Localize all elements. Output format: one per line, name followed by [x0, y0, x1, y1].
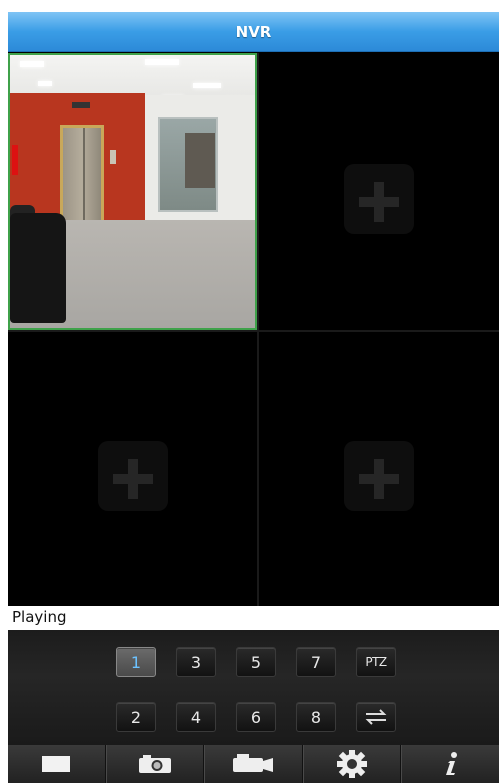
channel-controls: 1 3 5 7 PTZ 2 4 6 8 [8, 630, 499, 745]
switch-stream-button[interactable] [356, 702, 396, 732]
stop-square-icon [42, 756, 71, 772]
status-text: Playing [12, 608, 67, 626]
video-cell-3[interactable] [8, 332, 257, 606]
channel-button-4[interactable]: 4 [176, 702, 216, 732]
snapshot-button[interactable] [105, 745, 205, 783]
camera-feed [10, 55, 255, 328]
status-bar: Playing [8, 606, 499, 630]
video-cell-4[interactable] [259, 332, 499, 606]
app-title: NVR [235, 22, 272, 41]
bottom-toolbar [8, 745, 499, 783]
channel-button-5[interactable]: 5 [236, 647, 276, 677]
ptz-button[interactable]: PTZ [356, 647, 396, 677]
video-camera-icon [233, 754, 274, 772]
camera-icon [138, 755, 171, 773]
channel-button-8[interactable]: 8 [296, 702, 336, 732]
channel-button-2[interactable]: 2 [116, 702, 156, 732]
channel-button-6[interactable]: 6 [236, 702, 276, 732]
add-camera-icon[interactable] [344, 163, 414, 234]
title-bar: NVR [8, 12, 499, 52]
channel-button-3[interactable]: 3 [176, 647, 216, 677]
channel-button-7[interactable]: 7 [296, 647, 336, 677]
app-frame: NVR Playing 1 3 5 7 PTZ 2 4 6 8 [8, 12, 499, 783]
info-icon [445, 752, 457, 775]
swap-arrows-icon [365, 709, 387, 725]
video-cell-2[interactable] [259, 53, 499, 330]
stop-button[interactable] [8, 745, 106, 783]
record-button[interactable] [204, 745, 303, 783]
video-grid [8, 53, 499, 606]
settings-button[interactable] [302, 745, 402, 783]
gear-icon [337, 750, 368, 778]
video-cell-1[interactable] [8, 53, 257, 330]
add-camera-icon[interactable] [344, 441, 414, 511]
channel-button-1[interactable]: 1 [116, 647, 156, 677]
info-button[interactable] [401, 745, 499, 783]
add-camera-icon[interactable] [97, 441, 168, 511]
